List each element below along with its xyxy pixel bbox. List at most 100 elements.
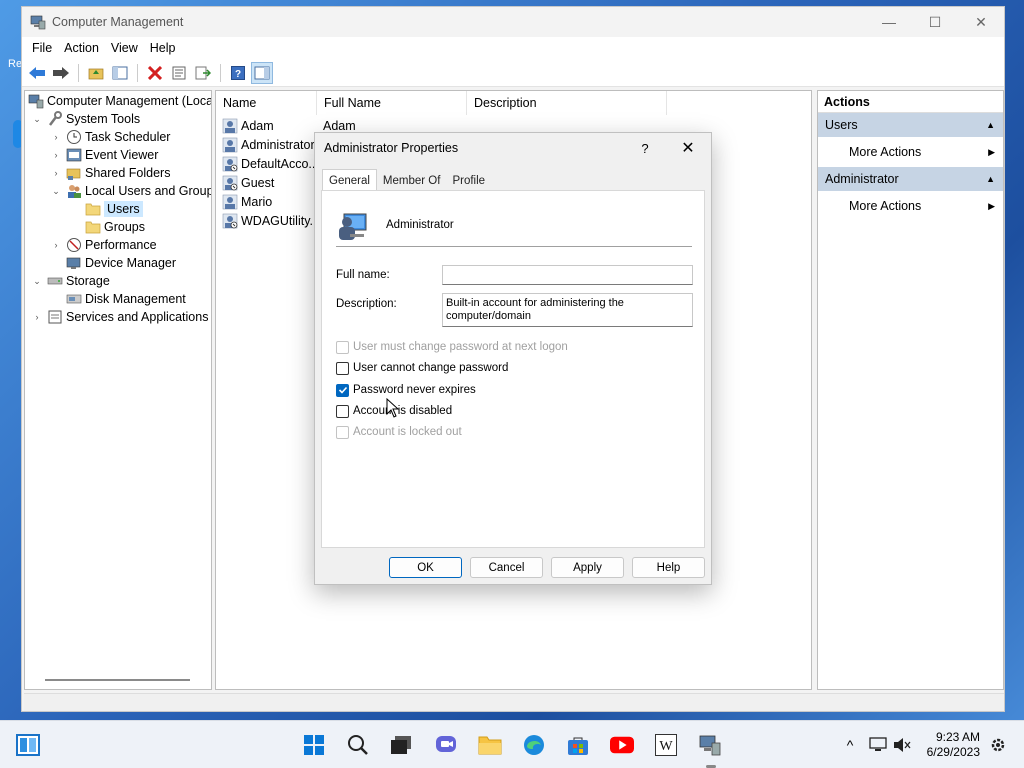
properties-button[interactable] (168, 62, 190, 84)
tree-item-shared-folders[interactable]: › Shared Folders (50, 164, 170, 182)
search-icon (348, 735, 368, 755)
more-actions-administrator[interactable]: More Actions ▶ (818, 191, 1003, 221)
file-explorer-button[interactable] (478, 733, 502, 757)
back-button[interactable] (26, 62, 48, 84)
checkbox-box[interactable] (336, 340, 349, 354)
cancel-button[interactable]: Cancel (470, 557, 543, 578)
checkbox-box[interactable] (336, 361, 349, 375)
column-header-description[interactable]: Description (467, 91, 667, 115)
tree-item-system-tools[interactable]: ⌄ System Tools (31, 110, 140, 128)
tree-item-disk-management[interactable]: Disk Management (66, 290, 186, 308)
network-button[interactable] (866, 733, 890, 757)
apply-button[interactable]: Apply (551, 557, 624, 578)
show-widgets-button[interactable] (16, 733, 40, 757)
table-row[interactable]: DefaultAcco... (222, 154, 319, 173)
tree-item-computer-management[interactable]: Computer Management (Local (28, 92, 211, 110)
computer-management-taskbar-button[interactable] (698, 733, 722, 757)
tree-item-performance[interactable]: › Performance (50, 236, 157, 254)
cannot-change-password-checkbox[interactable]: User cannot change password (336, 360, 508, 376)
tree-item-task-scheduler[interactable]: › Task Scheduler (50, 128, 170, 146)
taskbar: W ^ 9:23 AM 6/29/2023 (0, 720, 1024, 768)
help-button[interactable]: ? (227, 62, 249, 84)
tree-item-groups[interactable]: Groups (85, 218, 145, 236)
task-view-button[interactable] (389, 733, 413, 757)
ok-button[interactable]: OK (389, 557, 462, 578)
checkbox-box[interactable] (336, 383, 349, 397)
show-hide-tree-button[interactable] (109, 62, 131, 84)
tree-item-device-manager[interactable]: Device Manager (66, 254, 176, 272)
volume-button[interactable] (890, 733, 914, 757)
tree-item-users[interactable]: Users (85, 200, 143, 218)
tab-profile[interactable]: Profile (446, 171, 491, 191)
user-icon (222, 137, 238, 152)
folder-icon (478, 736, 502, 755)
password-never-expires-checkbox[interactable]: Password never expires (336, 382, 476, 398)
dialog-help-button[interactable]: ? (625, 141, 665, 156)
search-button[interactable] (346, 733, 370, 757)
expand-chevron-icon[interactable]: › (50, 240, 62, 250)
actions-section-users[interactable]: Users ▲ (818, 113, 1003, 137)
must-change-password-checkbox[interactable]: User must change password at next logon (336, 339, 568, 355)
menu-help[interactable]: Help (144, 41, 182, 55)
tree-item-local-users-groups[interactable]: ⌄ Local Users and Groups (50, 182, 212, 200)
youtube-button[interactable] (610, 733, 634, 757)
tree-item-services-apps[interactable]: › Services and Applications (31, 308, 209, 326)
menu-action[interactable]: Action (58, 41, 105, 55)
desktop-icon-label[interactable]: Re (8, 58, 22, 70)
collapse-chevron-icon[interactable]: ⌄ (31, 276, 43, 287)
checkbox-box[interactable] (336, 404, 349, 418)
tree-item-event-viewer[interactable]: › Event Viewer (50, 146, 159, 164)
tab-general[interactable]: General (322, 169, 377, 191)
teams-chat-button[interactable] (434, 733, 458, 757)
up-level-button[interactable] (85, 62, 107, 84)
table-row[interactable]: WDAGUtility... (222, 211, 320, 230)
console-tree: Computer Management (Local ⌄ System Tool… (24, 90, 212, 690)
expand-chevron-icon[interactable]: › (50, 132, 62, 142)
maximize-button[interactable]: ☐ (912, 7, 958, 37)
account-locked-out-checkbox[interactable]: Account is locked out (336, 424, 462, 440)
collapse-chevron-icon[interactable]: ⌄ (50, 186, 62, 197)
microsoft-store-button[interactable] (566, 733, 590, 757)
dialog-title-bar[interactable]: Administrator Properties ? ✕ (315, 133, 711, 163)
actions-section-administrator[interactable]: Administrator ▲ (818, 167, 1003, 191)
checkbox-label: Account is locked out (353, 426, 462, 438)
horizontal-scrollbar[interactable] (45, 679, 190, 681)
tree-item-storage[interactable]: ⌄ Storage (31, 272, 110, 290)
full-name-field[interactable] (442, 265, 693, 285)
tree-label: Local Users and Groups (85, 184, 212, 198)
close-button[interactable]: ✕ (958, 7, 1004, 37)
table-row[interactable]: Mario (222, 192, 272, 211)
delete-button[interactable] (144, 62, 166, 84)
minimize-button[interactable]: — (866, 7, 912, 37)
description-field[interactable]: Built-in account for administering the c… (442, 293, 693, 327)
menu-file[interactable]: File (26, 41, 58, 55)
show-action-pane-button[interactable] (251, 61, 273, 84)
column-header-name[interactable]: Name (216, 91, 317, 115)
disabled-user-icon (222, 213, 238, 228)
menu-view[interactable]: View (105, 41, 144, 55)
start-button[interactable] (302, 733, 326, 757)
collapse-triangle-icon[interactable]: ▲ (986, 174, 995, 184)
title-bar[interactable]: Computer Management — ☐ ✕ (22, 7, 1004, 37)
expand-chevron-icon[interactable]: › (50, 150, 62, 160)
export-list-button[interactable] (192, 62, 214, 84)
clock[interactable]: 9:23 AM 6/29/2023 (927, 730, 980, 760)
dialog-close-button[interactable]: ✕ (665, 138, 711, 158)
tab-member-of[interactable]: Member Of (377, 171, 447, 191)
table-row[interactable]: Guest (222, 173, 274, 192)
forward-button[interactable] (50, 62, 72, 84)
show-hidden-icons-button[interactable]: ^ (838, 733, 862, 757)
expand-chevron-icon[interactable]: › (50, 168, 62, 178)
notifications-button[interactable] (986, 733, 1010, 757)
checkbox-box[interactable] (336, 425, 349, 439)
more-actions-users[interactable]: More Actions ▶ (818, 137, 1003, 167)
wikipedia-button[interactable]: W (654, 733, 678, 757)
table-row[interactable]: Adam Adam (222, 116, 356, 135)
collapse-chevron-icon[interactable]: ⌄ (31, 114, 43, 125)
column-header-full-name[interactable]: Full Name (317, 91, 467, 115)
table-row[interactable]: Administrator (222, 135, 315, 154)
help-button[interactable]: Help (632, 557, 705, 578)
collapse-triangle-icon[interactable]: ▲ (986, 120, 995, 130)
edge-browser-button[interactable] (522, 733, 546, 757)
expand-chevron-icon[interactable]: › (31, 312, 43, 322)
